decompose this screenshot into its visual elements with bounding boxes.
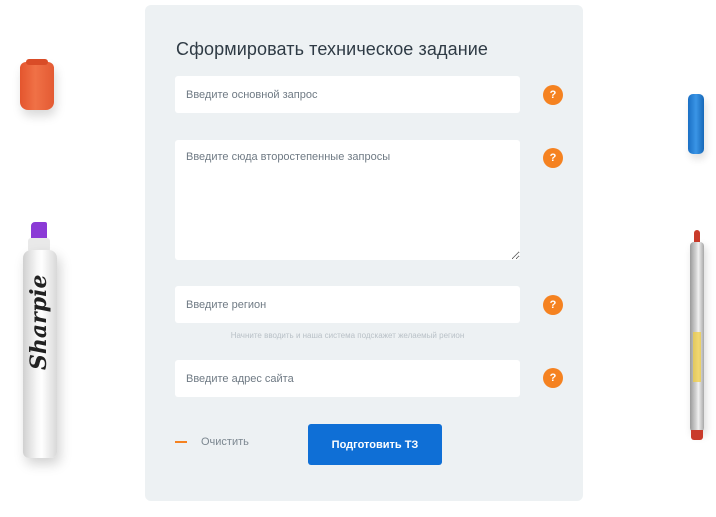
felt-pen: [690, 230, 704, 440]
site-address-input[interactable]: [175, 360, 520, 397]
dash-icon: [175, 441, 187, 443]
pen-end: [691, 430, 703, 440]
blue-marker-cap: [688, 94, 704, 154]
clear-label: Очистить: [201, 436, 249, 448]
orange-marker-cap: [20, 59, 54, 110]
form-title: Сформировать техническое задание: [176, 39, 489, 59]
secondary-queries-help-icon[interactable]: ?: [543, 148, 563, 168]
page: Sharpie Сформировать техническое задание…: [0, 0, 716, 517]
sharpie-marker: Sharpie: [23, 222, 59, 458]
region-input[interactable]: [175, 286, 520, 323]
region-hint: Начните вводить и наша система подскажет…: [230, 331, 465, 340]
marker-logo: Sharpie: [26, 274, 52, 370]
marker-body: Sharpie: [23, 250, 57, 458]
site-address-help-icon[interactable]: ?: [543, 368, 563, 388]
secondary-queries-textarea[interactable]: [175, 140, 520, 260]
region-help-icon[interactable]: ?: [543, 295, 563, 315]
clear-button[interactable]: Очистить: [175, 436, 249, 448]
main-query-input[interactable]: [175, 76, 520, 113]
tz-form-panel: Сформировать техническое задание ? ? ? Н…: [145, 5, 583, 501]
pen-label: [693, 332, 701, 382]
main-query-help-icon[interactable]: ?: [543, 85, 563, 105]
prepare-tz-button[interactable]: Подготовить ТЗ: [308, 424, 442, 465]
pen-body: [690, 242, 704, 432]
